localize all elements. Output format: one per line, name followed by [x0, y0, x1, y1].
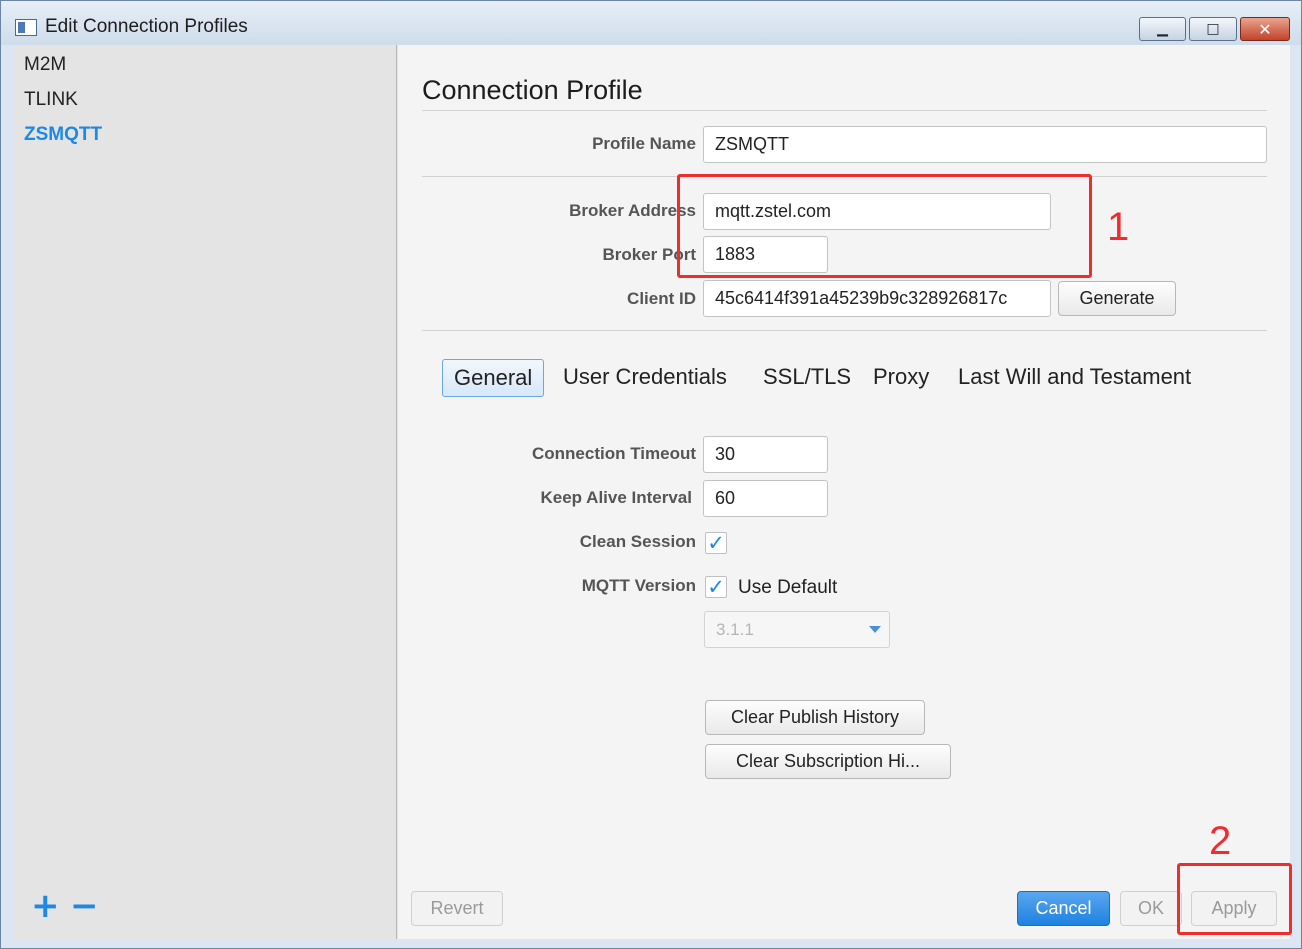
client-id-label: Client ID [627, 289, 696, 308]
clear-subscription-history-button[interactable]: Clear Subscription Hi... [705, 744, 951, 779]
clean-session-checkbox[interactable]: ✓ [705, 532, 727, 554]
window-title: Edit Connection Profiles [45, 16, 248, 37]
keep-alive-input[interactable]: 60 [703, 480, 828, 517]
checkmark-icon: ✓ [707, 575, 725, 599]
edit-connection-profiles-window: Edit Connection Profiles ▁ □ ✕ M2M TLINK… [0, 0, 1302, 949]
annotation-number-1: 1 [1107, 205, 1130, 249]
remove-profile-button[interactable]: − [70, 889, 99, 923]
profile-name-input[interactable]: ZSMQTT [703, 126, 1267, 163]
minimize-button[interactable]: ▁ [1139, 17, 1186, 41]
clean-session-label: Clean Session [579, 532, 696, 551]
plus-icon: + [31, 886, 60, 926]
profile-item-tlink[interactable]: TLINK [24, 89, 78, 111]
divider [422, 110, 1267, 111]
add-profile-button[interactable]: + [31, 889, 60, 923]
divider [422, 330, 1267, 331]
broker-port-label: Broker Port [602, 245, 696, 264]
mqtt-version-select[interactable]: 3.1.1 [704, 611, 890, 648]
client-id-input[interactable]: 45c6414f391a45239b9c328926817c [703, 280, 1051, 317]
page-title: Connection Profile [422, 75, 643, 105]
annotation-box-1 [677, 174, 1092, 278]
connection-timeout-input[interactable]: 30 [703, 436, 828, 473]
minimize-icon: ▁ [1157, 21, 1168, 37]
close-icon: ✕ [1258, 19, 1272, 39]
profile-item-m2m[interactable]: M2M [24, 54, 66, 76]
keep-alive-label: Keep Alive Interval [540, 488, 693, 507]
maximize-button[interactable]: □ [1189, 17, 1237, 41]
use-default-checkbox[interactable]: ✓ [705, 576, 727, 598]
mqtt-version-value: 3.1.1 [716, 620, 754, 639]
revert-button[interactable]: Revert [411, 891, 503, 926]
maximize-icon: □ [1206, 21, 1220, 37]
generate-button[interactable]: Generate [1058, 281, 1176, 316]
mqtt-version-label: MQTT Version [581, 576, 696, 595]
title-bar[interactable]: Edit Connection Profiles ▁ □ ✕ [1, 1, 1301, 45]
profile-list: M2M TLINK ZSMQTT + − [13, 45, 397, 939]
clear-publish-history-button[interactable]: Clear Publish History [705, 700, 925, 735]
tab-general[interactable]: General [442, 359, 545, 397]
profile-item-zsmqtt[interactable]: ZSMQTT [24, 124, 102, 146]
use-default-label: Use Default [738, 577, 838, 598]
chevron-down-icon [869, 626, 881, 633]
connection-timeout-label: Connection Timeout [531, 444, 696, 463]
cancel-button[interactable]: Cancel [1017, 891, 1110, 926]
tab-last-will[interactable]: Last Will and Testament [958, 359, 1191, 397]
tab-user-credentials[interactable]: User Credentials [563, 359, 727, 397]
ok-button[interactable]: OK [1120, 891, 1182, 926]
broker-address-label: Broker Address [569, 201, 696, 220]
checkmark-icon: ✓ [707, 531, 725, 555]
annotation-box-2 [1177, 863, 1292, 935]
annotation-number-2: 2 [1209, 819, 1232, 863]
profile-name-label: Profile Name [592, 134, 696, 153]
close-button[interactable]: ✕ [1240, 17, 1290, 41]
minus-icon: − [70, 886, 99, 926]
tab-ssl-tls[interactable]: SSL/TLS [763, 359, 851, 397]
app-icon [15, 19, 37, 36]
tab-proxy[interactable]: Proxy [873, 359, 929, 397]
